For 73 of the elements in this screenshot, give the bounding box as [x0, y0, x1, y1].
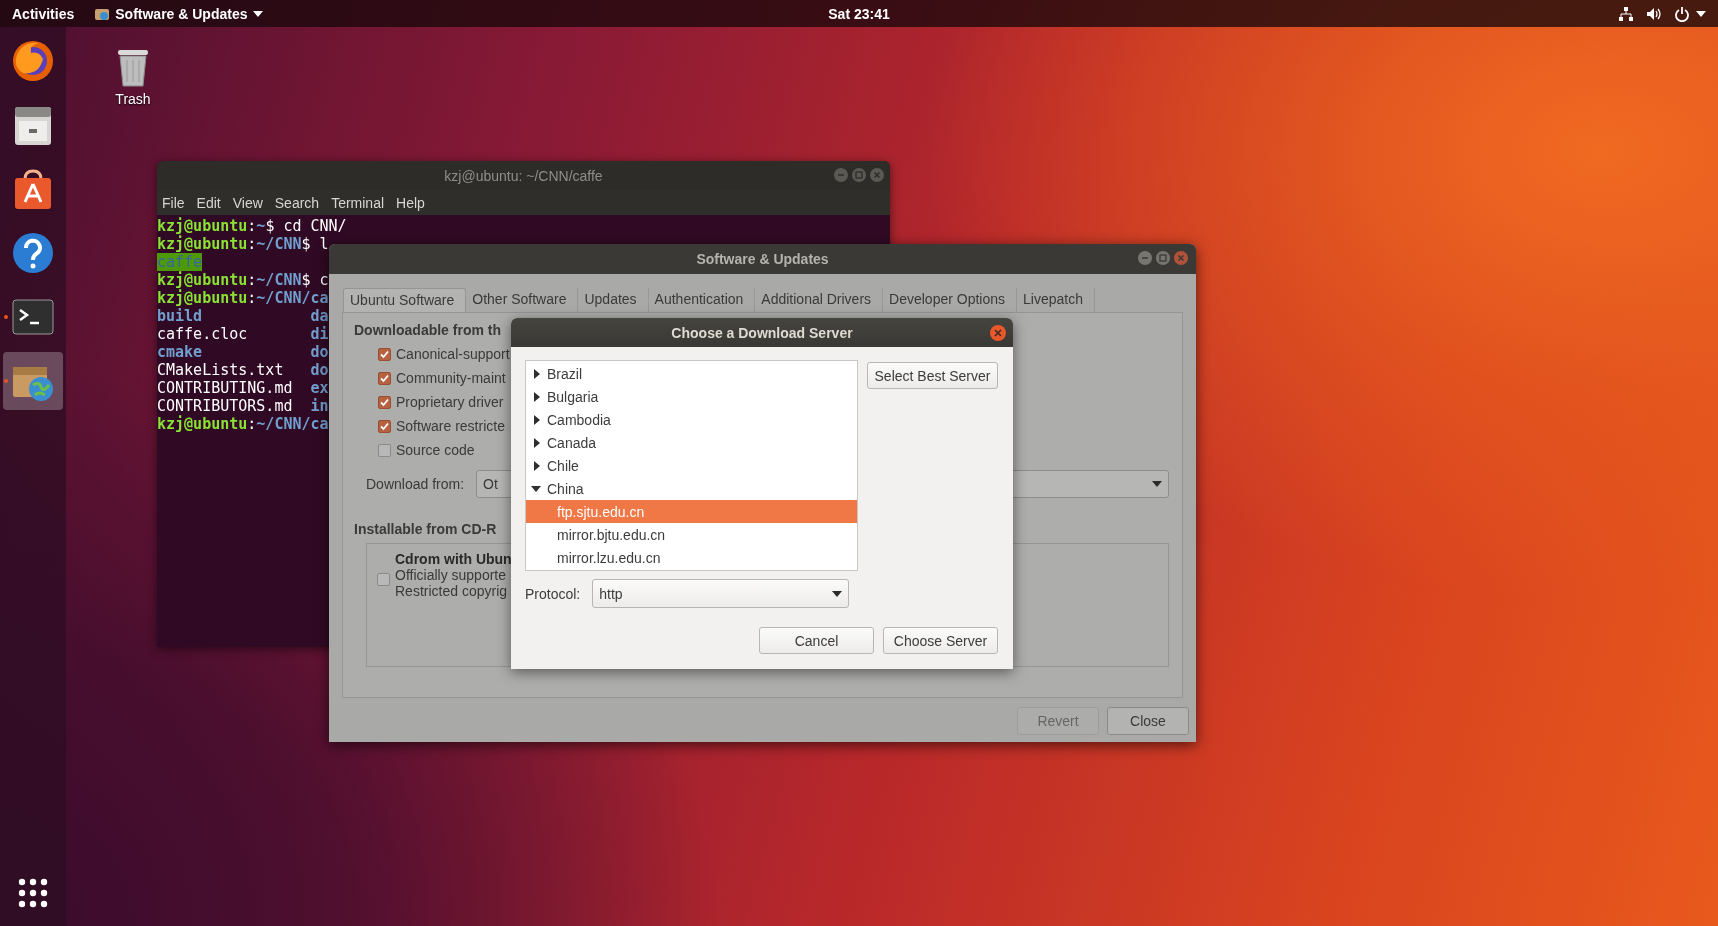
- cdrom-description: Officially supporte: [395, 567, 507, 583]
- checkbox-label: Software restricte: [396, 418, 505, 434]
- dialog-button[interactable]: Choose Server: [883, 627, 998, 654]
- clock[interactable]: Sat 23:41: [828, 5, 890, 22]
- terminal-line: caffe.cloc di: [157, 325, 329, 343]
- cdrom-title: Cdrom with Ubun: [395, 551, 512, 567]
- close-icon[interactable]: [990, 325, 1006, 341]
- menu-item[interactable]: Search: [274, 194, 320, 211]
- terminal-line: CONTRIBUTING.md ex: [157, 379, 329, 397]
- dialog-title: Choose a Download Server: [671, 324, 853, 341]
- checkbox-label: Source code: [396, 442, 475, 458]
- menu-item[interactable]: File: [162, 194, 185, 211]
- menu-item[interactable]: Terminal: [331, 194, 385, 211]
- cdrom-description: Restricted copyrig: [395, 583, 509, 599]
- menu-item[interactable]: Edit: [196, 194, 221, 211]
- checkbox-label: Community-maint: [396, 370, 506, 386]
- tree-row[interactable]: Chile: [526, 454, 857, 477]
- expander-icon[interactable]: [531, 437, 541, 448]
- section-heading: Downloadable from th: [354, 322, 501, 338]
- checkbox[interactable]: [377, 573, 390, 586]
- caret-icon: [252, 10, 263, 17]
- checkbox[interactable]: [378, 419, 391, 433]
- desktop-icon-label[interactable]: Trash: [115, 91, 151, 107]
- dropdown-caret-icon: [1152, 481, 1162, 487]
- dialog-button[interactable]: Close: [1107, 707, 1189, 735]
- tree-row[interactable]: China: [526, 477, 857, 500]
- expander-icon[interactable]: [531, 368, 541, 379]
- dropdown-caret-icon: [832, 590, 843, 597]
- expander-icon[interactable]: [531, 483, 541, 494]
- protocol-dropdown[interactable]: http: [592, 579, 850, 608]
- maximize-icon[interactable]: [1156, 251, 1170, 265]
- checkbox[interactable]: [378, 347, 391, 361]
- server-row[interactable]: mirror.lzu.edu.cn: [526, 546, 857, 569]
- field-label: Download from:: [366, 476, 465, 492]
- tab[interactable]: Ubuntu Software: [343, 288, 467, 312]
- checkbox[interactable]: [378, 371, 391, 385]
- terminal-line: kzj@ubuntu:~/CNN/ca: [157, 289, 329, 307]
- checkbox-label: Canonical-support: [396, 346, 510, 362]
- tree-row[interactable]: Canada: [526, 431, 857, 454]
- app-menu[interactable]: Software & Updates: [94, 5, 263, 22]
- select-best-server-button[interactable]: Select Best Server: [867, 362, 998, 389]
- expander-icon[interactable]: [531, 460, 541, 471]
- checkbox-label: Proprietary driver: [396, 394, 504, 410]
- section-heading: Installable from CD-R: [354, 521, 497, 537]
- terminal-line: build da: [157, 307, 329, 325]
- activities-button[interactable]: Activities: [12, 5, 75, 22]
- window-title: Software & Updates: [696, 251, 829, 267]
- dialog-button[interactable]: Cancel: [759, 627, 874, 654]
- minimize-icon[interactable]: [1138, 251, 1152, 265]
- menu-item[interactable]: View: [232, 194, 263, 211]
- terminal-line: kzj@ubuntu:~/CNN/ca: [157, 415, 329, 433]
- terminal-line: CMakeLists.txt do: [157, 361, 329, 379]
- tree-row[interactable]: Bulgaria: [526, 385, 857, 408]
- field-label: Protocol:: [525, 585, 581, 602]
- terminal-line: kzj@ubuntu:~/CNN$ c: [157, 271, 329, 289]
- menu-item[interactable]: Help: [396, 194, 425, 211]
- tree-row[interactable]: Brazil: [526, 362, 857, 385]
- caret-icon: [1696, 10, 1706, 17]
- terminal-line: CONTRIBUTORS.md in: [157, 397, 329, 415]
- expander-icon[interactable]: [531, 414, 541, 425]
- show-apps-icon[interactable]: [18, 878, 48, 908]
- window-title: kzj@ubuntu: ~/CNN/caffe: [444, 167, 603, 184]
- system-menu[interactable]: [1674, 5, 1706, 22]
- checkbox[interactable]: [378, 443, 391, 457]
- terminal-line: kzj@ubuntu:~$ cd CNN/: [157, 217, 347, 235]
- power-icon: [1674, 5, 1690, 22]
- tree-row[interactable]: Cambodia: [526, 408, 857, 431]
- terminal-line: kzj@ubuntu:~/CNN$ l: [157, 235, 329, 253]
- expander-icon[interactable]: [531, 391, 541, 402]
- server-row[interactable]: mirror.bjtu.edu.cn: [526, 523, 857, 546]
- checkbox[interactable]: [378, 395, 391, 409]
- network-icon: [1618, 5, 1634, 22]
- terminal-line: cmake do: [157, 343, 329, 361]
